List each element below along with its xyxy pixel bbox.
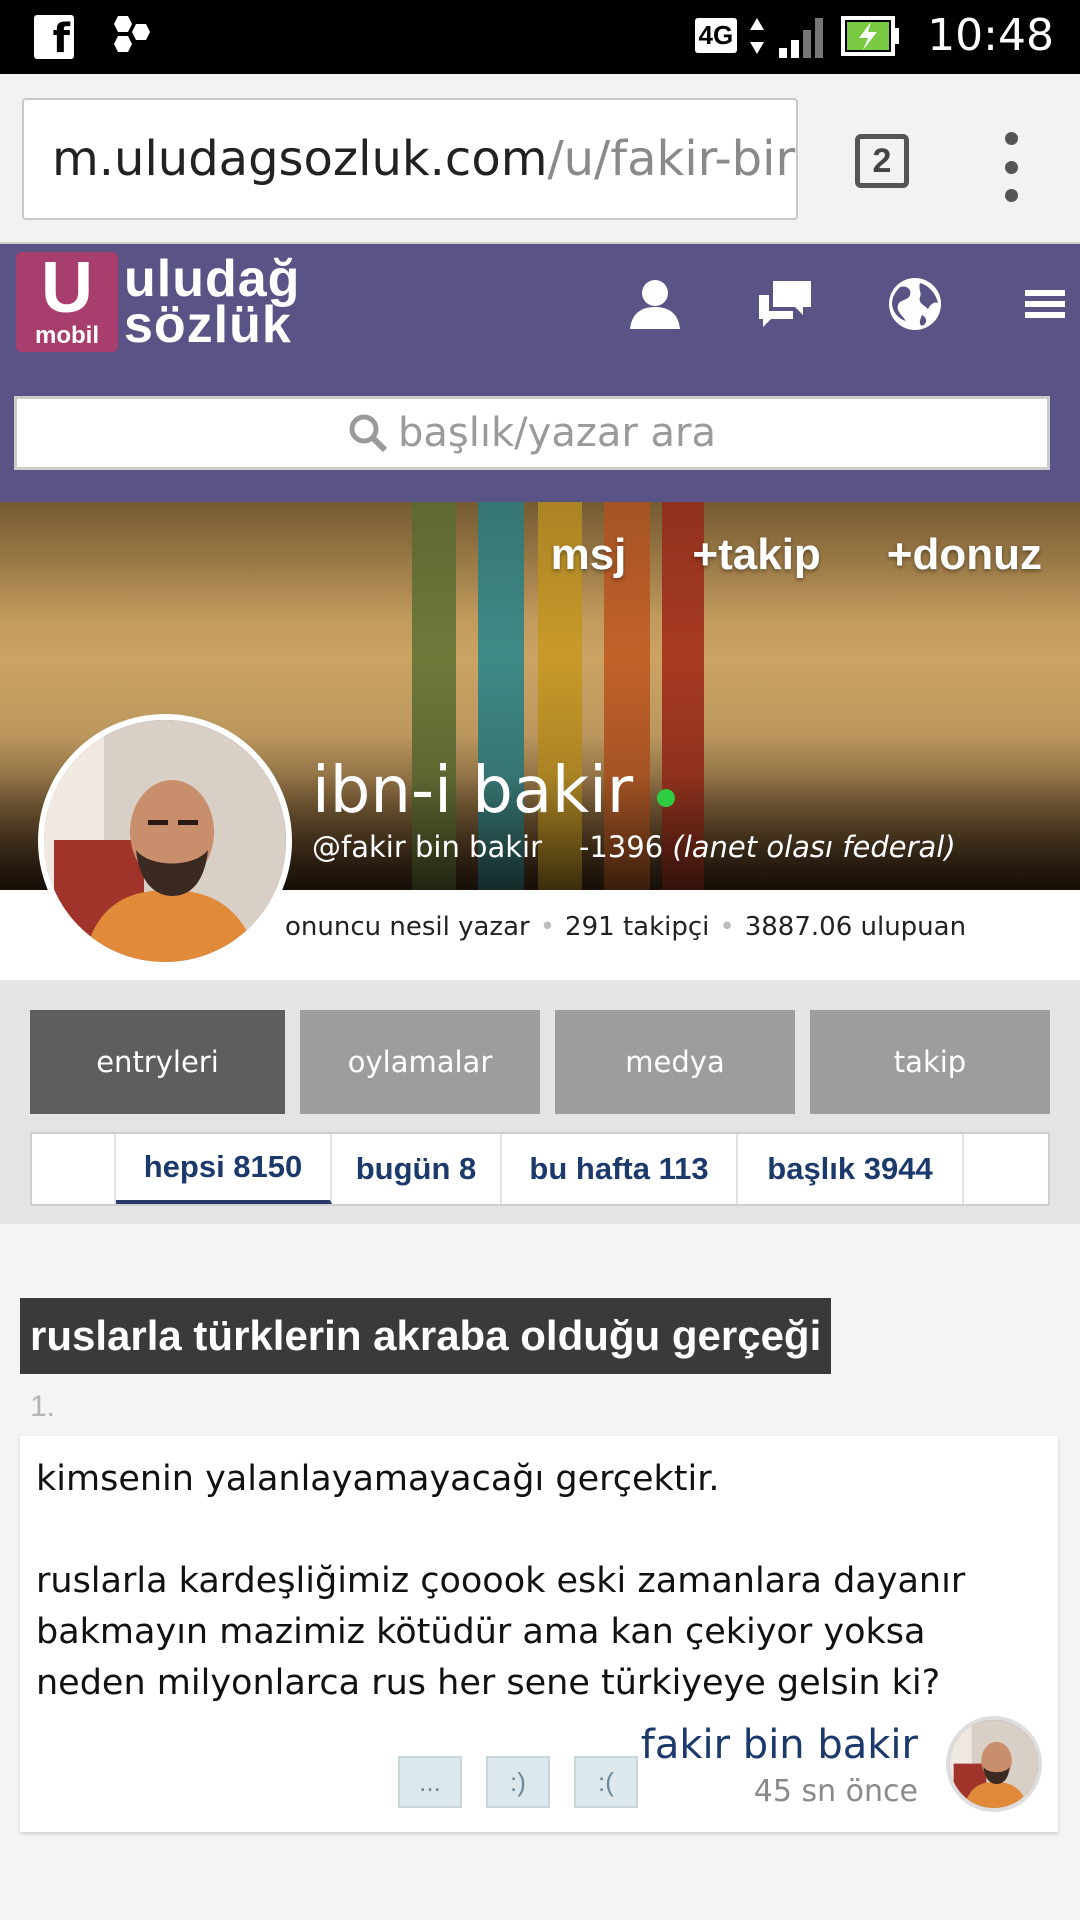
messages-icon[interactable]	[720, 274, 850, 334]
url-host: m.uludagsozluk.com	[52, 131, 548, 187]
url-path: /u/fakir-bir	[547, 131, 796, 187]
clock: 10:48	[927, 10, 1054, 61]
topic-title[interactable]: ruslarla türklerin akraba olduğu gerçeği	[20, 1298, 832, 1374]
logo-line-2: sözlük	[124, 296, 292, 354]
browser-menu-button[interactable]	[996, 132, 1026, 202]
karma-label: (lanet olası federal)	[672, 830, 956, 864]
entry-number: 1.	[30, 1390, 56, 1423]
logo-letter: U	[41, 248, 93, 328]
search-icon	[349, 414, 388, 453]
avatar[interactable]	[38, 714, 292, 968]
generation-label: onuncu nesil yazar	[285, 912, 530, 942]
entry-author[interactable]: fakir bin bakir	[641, 1722, 918, 1768]
downvote-button[interactable]: :(	[574, 1756, 638, 1808]
follow-button[interactable]: +takip	[692, 530, 820, 580]
entry-paragraph: ruslarla kardeşliğimiz çooook eski zaman…	[36, 1561, 966, 1703]
donuz-button[interactable]: +donuz	[887, 530, 1042, 580]
user-icon[interactable]	[590, 274, 720, 334]
upvote-button[interactable]: :)	[486, 1756, 550, 1808]
profile-handle-line: @fakir bin bakir -1396 (lanet olası fede…	[312, 830, 956, 864]
battery-charging-icon	[841, 15, 900, 56]
subtab-bu-hafta[interactable]: bu hafta 113	[502, 1134, 738, 1204]
search-input[interactable]: başlık/yazar ara	[14, 396, 1050, 470]
subtab-spacer	[32, 1134, 116, 1204]
tab-medya[interactable]: medya	[555, 1010, 795, 1114]
profile-handle: @fakir bin bakir	[312, 830, 542, 864]
entry-filter-tabs: hepsi 8150 bugün 8 bu hafta 113 başlık 3…	[30, 1132, 1050, 1206]
browser-toolbar: m.uludagsozluk.com/u/fakir-bir 2	[0, 74, 1080, 244]
tab-oylamalar[interactable]: oylamalar	[300, 1010, 540, 1114]
globe-icon[interactable]	[850, 274, 980, 334]
points-count: 3887.06 ulupuan	[744, 912, 967, 942]
site-header: U mobil uludağ sözlük başlık/yazar ara	[0, 244, 1080, 502]
logo-mobil-label: mobil	[35, 322, 99, 349]
profile-nick-row: ibn-i bakir	[312, 754, 676, 828]
data-arrows-icon	[750, 17, 765, 54]
menu-dot-icon	[1004, 160, 1018, 174]
profile-tabs-area: entryleri oylamalar medya takip hepsi 81…	[0, 980, 1080, 1224]
message-button[interactable]: msj	[551, 530, 627, 580]
tab-takip[interactable]: takip	[810, 1010, 1050, 1114]
author-avatar[interactable]	[946, 1716, 1042, 1812]
menu-dot-icon	[1004, 132, 1018, 145]
hamburger-menu-icon[interactable]	[980, 274, 1080, 334]
tab-switcher-button[interactable]: 2	[855, 134, 909, 188]
karma-value: -1396	[578, 830, 664, 864]
facebook-icon: f	[34, 15, 74, 62]
network-type-badge: 4G	[694, 18, 738, 53]
tab-entryleri[interactable]: entryleri	[30, 1010, 285, 1114]
entry-body: kimsenin yalanlayamayacağı gerçektir. ru…	[36, 1454, 1046, 1709]
subtab-hepsi[interactable]: hepsi 8150	[116, 1134, 332, 1204]
entry-paragraph: kimsenin yalanlayamayacağı gerçektir.	[36, 1459, 720, 1499]
online-status-dot	[657, 789, 676, 807]
menu-dot-icon	[1004, 189, 1018, 202]
more-button[interactable]: ...	[398, 1756, 462, 1808]
site-logo[interactable]: U mobil uludağ sözlük	[16, 248, 300, 354]
entry-card: kimsenin yalanlayamayacağı gerçektir. ru…	[20, 1436, 1058, 1832]
logo-badge: U mobil	[16, 248, 118, 352]
url-bar[interactable]: m.uludagsozluk.com/u/fakir-bir	[22, 98, 798, 220]
signal-icon	[779, 17, 824, 58]
profile-nick: ibn-i bakir	[312, 754, 634, 828]
search-placeholder: başlık/yazar ara	[398, 410, 716, 456]
logo-wordmark: uludağ sözlük	[124, 253, 300, 354]
followers-count[interactable]: 291 takipçi	[565, 912, 709, 942]
entry-timestamp[interactable]: 45 sn önce	[754, 1774, 918, 1809]
subtab-bugun[interactable]: bugün 8	[332, 1134, 502, 1204]
status-bar: f 4G 10:48	[0, 0, 1080, 74]
hexagons-icon	[114, 16, 150, 52]
subtab-baslik[interactable]: başlık 3944	[738, 1134, 964, 1204]
